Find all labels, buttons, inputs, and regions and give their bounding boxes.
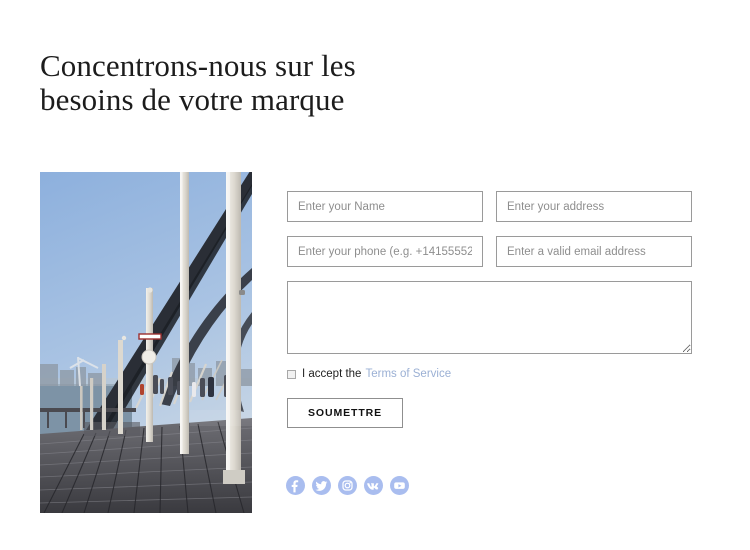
form-row-1 [287,191,692,222]
form-row-2 [287,236,692,267]
message-textarea[interactable] [287,281,692,354]
email-input[interactable] [496,236,692,267]
social-links [286,476,409,495]
page-title: Concentrons-nous sur les besoins de votr… [40,47,356,117]
submit-button[interactable]: SOUMETTRE [287,398,404,428]
phone-input[interactable] [287,236,483,267]
accept-terms-checkbox[interactable] [287,369,296,379]
twitter-icon[interactable] [312,476,331,495]
facebook-icon[interactable] [286,476,305,495]
hero-image [40,172,252,513]
contact-form: I accept the Terms of Service SOUMETTRE [287,191,692,428]
accept-terms-row: I accept the Terms of Service [287,367,692,381]
address-input[interactable] [496,191,692,222]
terms-of-service-link[interactable]: Terms of Service [365,367,451,381]
accept-terms-label: I accept the [302,368,362,380]
name-input[interactable] [287,191,483,222]
vk-icon[interactable] [364,476,383,495]
instagram-icon[interactable] [338,476,357,495]
youtube-icon[interactable] [390,476,409,495]
